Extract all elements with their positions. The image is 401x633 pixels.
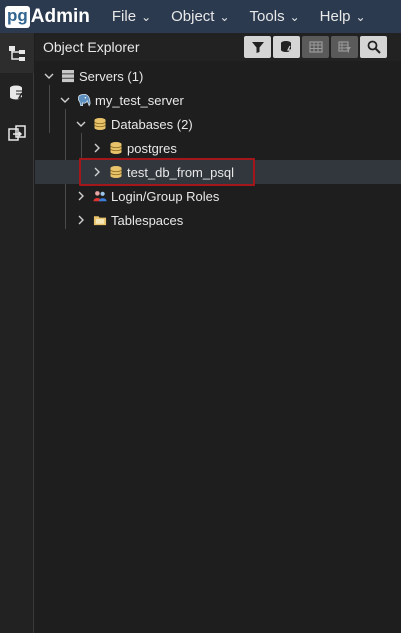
filter-button[interactable] — [244, 36, 271, 58]
selection-highlight — [79, 158, 255, 186]
chevron-down-icon[interactable] — [43, 70, 55, 82]
tree-node-databases[interactable]: Databases (2) — [35, 112, 401, 136]
menu-object-label: Object — [171, 8, 215, 25]
left-rail — [0, 33, 34, 633]
tree-node-roles[interactable]: Login/Group Roles — [35, 184, 401, 208]
search-icon — [367, 40, 381, 54]
databases-icon — [93, 117, 107, 131]
chevron-down-icon: ⌄ — [355, 9, 366, 24]
menu-help-label: Help — [319, 8, 351, 25]
menu-file[interactable]: File ⌄ — [112, 8, 151, 25]
menu-tools-label: Tools — [249, 8, 285, 25]
table-filter-icon — [337, 41, 351, 53]
panel-title: Object Explorer — [43, 39, 140, 55]
tree-node-tablespaces[interactable]: Tablespaces — [35, 208, 401, 232]
chevron-down-icon: ⌄ — [219, 9, 230, 24]
view-data-button[interactable] — [302, 36, 329, 58]
tree-node-db-postgres[interactable]: postgres — [35, 136, 401, 160]
chevron-down-icon: ⌄ — [289, 9, 300, 24]
folder-icon — [93, 213, 107, 227]
hierarchy-icon — [9, 46, 25, 61]
chevron-down-icon: ⌄ — [141, 9, 152, 24]
query-tool-rail-button[interactable] — [0, 73, 34, 113]
logo-pg-text: pg — [5, 5, 30, 28]
menu-help[interactable]: Help ⌄ — [320, 8, 366, 25]
roles-icon — [93, 189, 107, 203]
search-button[interactable] — [360, 36, 387, 58]
database-icon — [280, 41, 291, 54]
top-menu-bar: pg Admin File ⌄ Object ⌄ Tools ⌄ Help ⌄ — [0, 0, 401, 33]
menu-tools[interactable]: Tools ⌄ — [250, 8, 300, 25]
tree-label: Login/Group Roles — [111, 188, 220, 204]
object-explorer-rail-button[interactable] — [0, 33, 34, 73]
compare-icon — [8, 125, 26, 141]
tree-label: my_test_server — [95, 92, 184, 108]
tree-label: postgres — [127, 140, 177, 156]
explorer-toolbar — [244, 36, 387, 58]
chevron-right-icon[interactable] — [91, 142, 103, 154]
filtered-rows-button[interactable] — [331, 36, 358, 58]
chevron-down-icon[interactable] — [75, 118, 87, 130]
object-explorer-header: Object Explorer — [35, 33, 401, 61]
menu-object[interactable]: Object ⌄ — [171, 8, 229, 25]
tree-label: Tablespaces — [111, 212, 184, 228]
chevron-right-icon[interactable] — [75, 214, 87, 226]
filter-icon — [251, 42, 264, 53]
logo-admin-text: Admin — [30, 5, 90, 27]
database-lightning-icon — [10, 85, 24, 102]
query-tool-button[interactable] — [273, 36, 300, 58]
postgres-elephant-icon — [77, 93, 91, 107]
chevron-right-icon[interactable] — [75, 190, 87, 202]
menu-file-label: File — [111, 8, 137, 25]
tree-label: Servers (1) — [79, 68, 144, 84]
schema-diff-rail-button[interactable] — [0, 113, 34, 153]
servers-icon — [61, 69, 75, 83]
tree-node-server[interactable]: my_test_server — [35, 88, 401, 112]
database-icon — [109, 141, 123, 155]
pgadmin-logo: pg Admin — [5, 0, 90, 33]
main-menu: File ⌄ Object ⌄ Tools ⌄ Help ⌄ — [112, 8, 386, 25]
tree-label: Databases (2) — [111, 116, 193, 132]
table-icon — [308, 41, 323, 53]
chevron-down-icon[interactable] — [59, 94, 71, 106]
object-tree: Servers (1) my_test_server Databases (2) — [35, 61, 401, 633]
tree-node-servers[interactable]: Servers (1) — [35, 64, 401, 88]
